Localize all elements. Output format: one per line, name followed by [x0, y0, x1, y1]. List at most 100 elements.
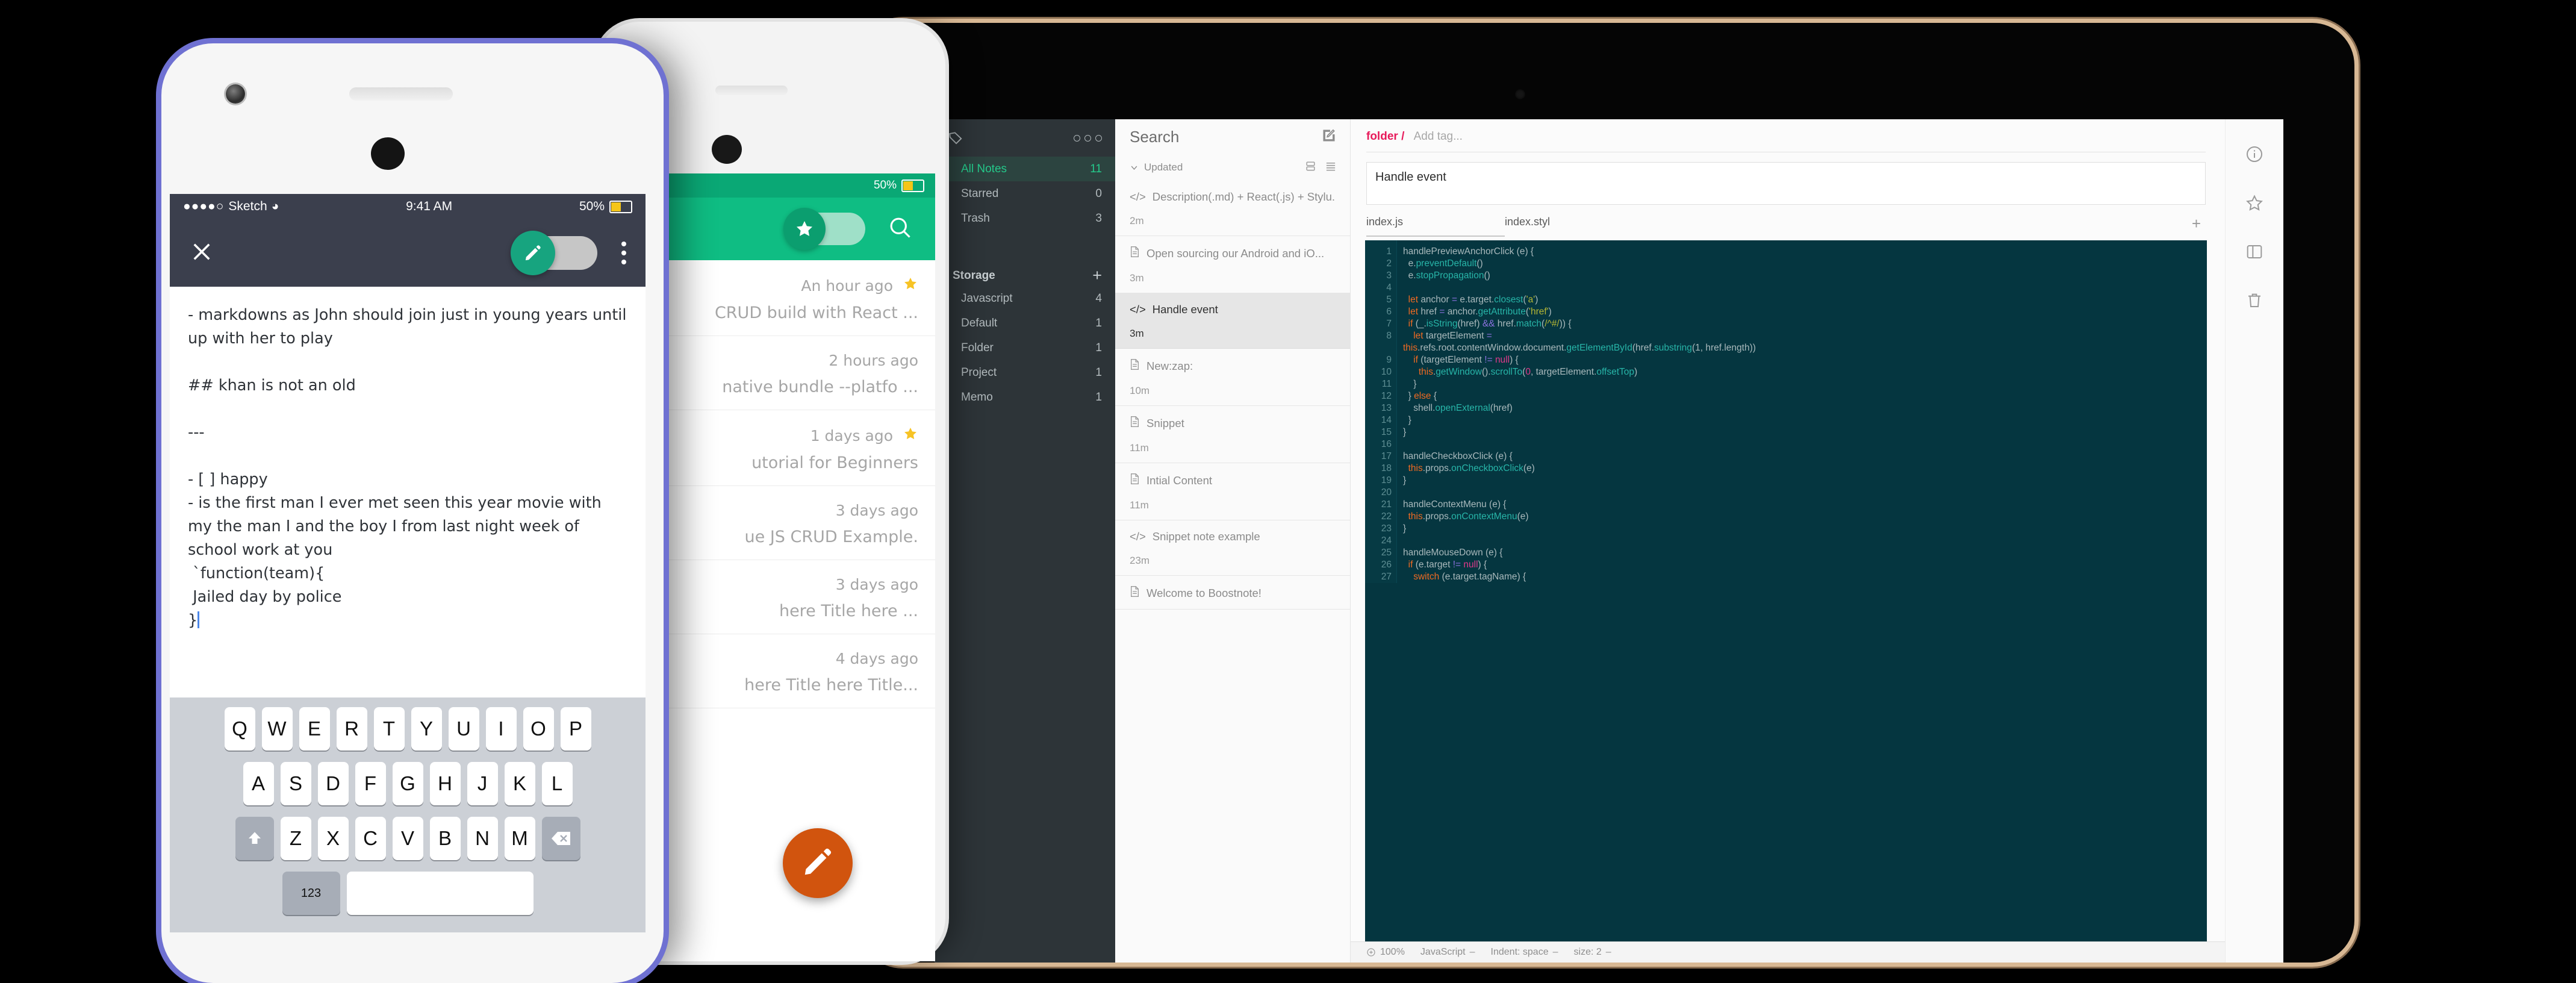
sidebar-folder-default[interactable]: Default 1 — [935, 311, 1115, 335]
indent-status[interactable]: Indent: space – — [1491, 947, 1558, 958]
key-d[interactable]: D — [317, 762, 349, 805]
note-item-title: New:zap: — [1146, 359, 1193, 372]
detail-list-icon[interactable] — [1325, 160, 1337, 175]
key-l[interactable]: L — [541, 762, 573, 805]
tag-icon[interactable] — [948, 130, 963, 146]
starred-filter-toggle[interactable] — [783, 208, 865, 250]
star-icon — [903, 276, 918, 295]
phone2-home-button[interactable] — [712, 135, 742, 164]
note-list-panel: Search Updated </> Description(.md) + Re… — [1115, 119, 1351, 963]
key-space[interactable] — [346, 872, 534, 915]
close-icon[interactable] — [189, 239, 214, 267]
note-list-item[interactable]: Snippet 11m — [1115, 406, 1350, 463]
tab-index-styl[interactable]: index.styl — [1505, 216, 1643, 237]
key-p[interactable]: P — [560, 707, 591, 751]
add-storage-button[interactable]: + — [1092, 267, 1102, 284]
key-y[interactable]: Y — [411, 707, 442, 751]
sidebar-storage-header: Storage + — [935, 251, 1115, 286]
compose-icon[interactable] — [1321, 128, 1337, 146]
key-o[interactable]: O — [523, 707, 554, 751]
language-status[interactable]: JavaScript – — [1420, 947, 1475, 958]
search-icon[interactable] — [887, 214, 913, 244]
code-line: handlePreviewAnchorClick (e) { — [1403, 246, 1534, 257]
search-input[interactable]: Search — [1130, 128, 1179, 146]
line-number: 9 — [1386, 355, 1392, 365]
sidebar-item-starred[interactable]: Starred 0 — [935, 181, 1115, 206]
add-tag-input[interactable]: Add tag... — [1414, 130, 1463, 143]
line-number: 10 — [1381, 367, 1392, 377]
key-n[interactable]: N — [467, 817, 498, 860]
note-list-item[interactable]: Welcome to Boostnote! — [1115, 576, 1350, 610]
key-h[interactable]: H — [429, 762, 461, 805]
note-list-item[interactable]: Intial Content 11m — [1115, 463, 1350, 520]
star-outline-icon[interactable] — [2245, 193, 2264, 216]
key-b[interactable]: B — [429, 817, 461, 860]
line-number: 25 — [1381, 548, 1392, 558]
key-c[interactable]: C — [355, 817, 386, 860]
zoom-status[interactable]: 100% — [1366, 947, 1405, 958]
split-view-icon[interactable] — [2245, 242, 2264, 264]
markdown-note-icon — [1130, 246, 1140, 261]
note-item-title: Intial Content — [1146, 473, 1213, 487]
sidebar-folder-memo[interactable]: Memo 1 — [935, 385, 1115, 410]
info-icon[interactable] — [2245, 145, 2264, 167]
key-k[interactable]: K — [504, 762, 535, 805]
key-f[interactable]: F — [355, 762, 386, 805]
note-list-item[interactable]: New:zap: 10m — [1115, 349, 1350, 406]
add-tab-button[interactable]: + — [2192, 216, 2201, 237]
code-line: shell.openExternal(href) — [1403, 403, 1513, 413]
phone2-note-time: 4 days ago — [835, 650, 918, 667]
key-z[interactable]: Z — [280, 817, 311, 860]
edit-preview-toggle[interactable] — [511, 231, 597, 275]
code-content[interactable]: handlePreviewAnchorClick (e) { e.prevent… — [1397, 240, 2207, 583]
key-s[interactable]: S — [280, 762, 311, 805]
key-r[interactable]: R — [336, 707, 367, 751]
phone1-home-button[interactable] — [371, 137, 405, 170]
key-numbers[interactable]: 123 — [282, 872, 340, 915]
sidebar-item-trash[interactable]: Trash 3 — [935, 206, 1115, 231]
key-j[interactable]: J — [467, 762, 498, 805]
sidebar-folder-folder[interactable]: Folder 1 — [935, 335, 1115, 360]
key-w[interactable]: W — [261, 707, 293, 751]
phone1-note-body[interactable]: - markdowns as John should join just in … — [170, 287, 646, 632]
note-item-time: 2m — [1130, 215, 1144, 226]
key-e[interactable]: E — [299, 707, 330, 751]
sidebar-item-all-notes[interactable]: All Notes 11 — [935, 157, 1115, 181]
note-list-item-selected[interactable]: </> Handle event 3m — [1115, 293, 1350, 349]
sort-dropdown[interactable]: Updated — [1130, 161, 1183, 173]
code-line: handleCheckboxClick (e) { — [1403, 451, 1513, 461]
note-list-item[interactable]: </> Description(.md) + React(.js) + Styl… — [1115, 181, 1350, 236]
phone2-note-title: here Title here ... — [779, 602, 918, 620]
sidebar-folder-javascript[interactable]: Javascript 4 — [935, 286, 1115, 311]
phone1-app-bar — [170, 219, 646, 287]
compact-list-icon[interactable] — [1305, 160, 1316, 175]
key-q[interactable]: Q — [224, 707, 255, 751]
code-editor[interactable]: 1 2 3 4 5 6 7 8 9 10 11 12 13 14 15 16 17 18 19 20 21 22 23 24 2… — [1365, 240, 2207, 941]
key-i[interactable]: I — [485, 707, 517, 751]
breadcrumb-folder[interactable]: folder — [1366, 130, 1398, 143]
folder-count: 1 — [1095, 390, 1102, 404]
phone2-new-note-fab[interactable] — [783, 828, 853, 898]
key-t[interactable]: T — [373, 707, 405, 751]
tab-index-js[interactable]: index.js — [1366, 216, 1505, 237]
code-line: this.props.onCheckboxClick(e) — [1403, 463, 1535, 473]
note-list-header: Search — [1115, 119, 1350, 154]
folder-label: Project — [961, 366, 997, 379]
size-status[interactable]: size: 2 – — [1574, 947, 1611, 958]
more-horizontal-icon[interactable] — [1074, 134, 1102, 142]
shift-icon[interactable] — [235, 817, 274, 860]
key-v[interactable]: V — [392, 817, 423, 860]
note-list-item[interactable]: Open sourcing our Android and iO... 3m — [1115, 236, 1350, 293]
backspace-icon[interactable] — [541, 817, 580, 860]
key-g[interactable]: G — [392, 762, 423, 805]
key-x[interactable]: X — [317, 817, 349, 860]
sidebar-folder-project[interactable]: Project 1 — [935, 360, 1115, 385]
key-m[interactable]: M — [504, 817, 535, 860]
key-a[interactable]: A — [243, 762, 274, 805]
more-vertical-icon[interactable] — [621, 242, 626, 264]
note-title-input[interactable]: Handle event — [1366, 162, 2206, 205]
trash-icon[interactable] — [2245, 291, 2264, 313]
key-u[interactable]: U — [448, 707, 479, 751]
phone1-battery-label: 50% — [579, 199, 605, 213]
note-list-item[interactable]: </> Snippet note example 23m — [1115, 520, 1350, 576]
